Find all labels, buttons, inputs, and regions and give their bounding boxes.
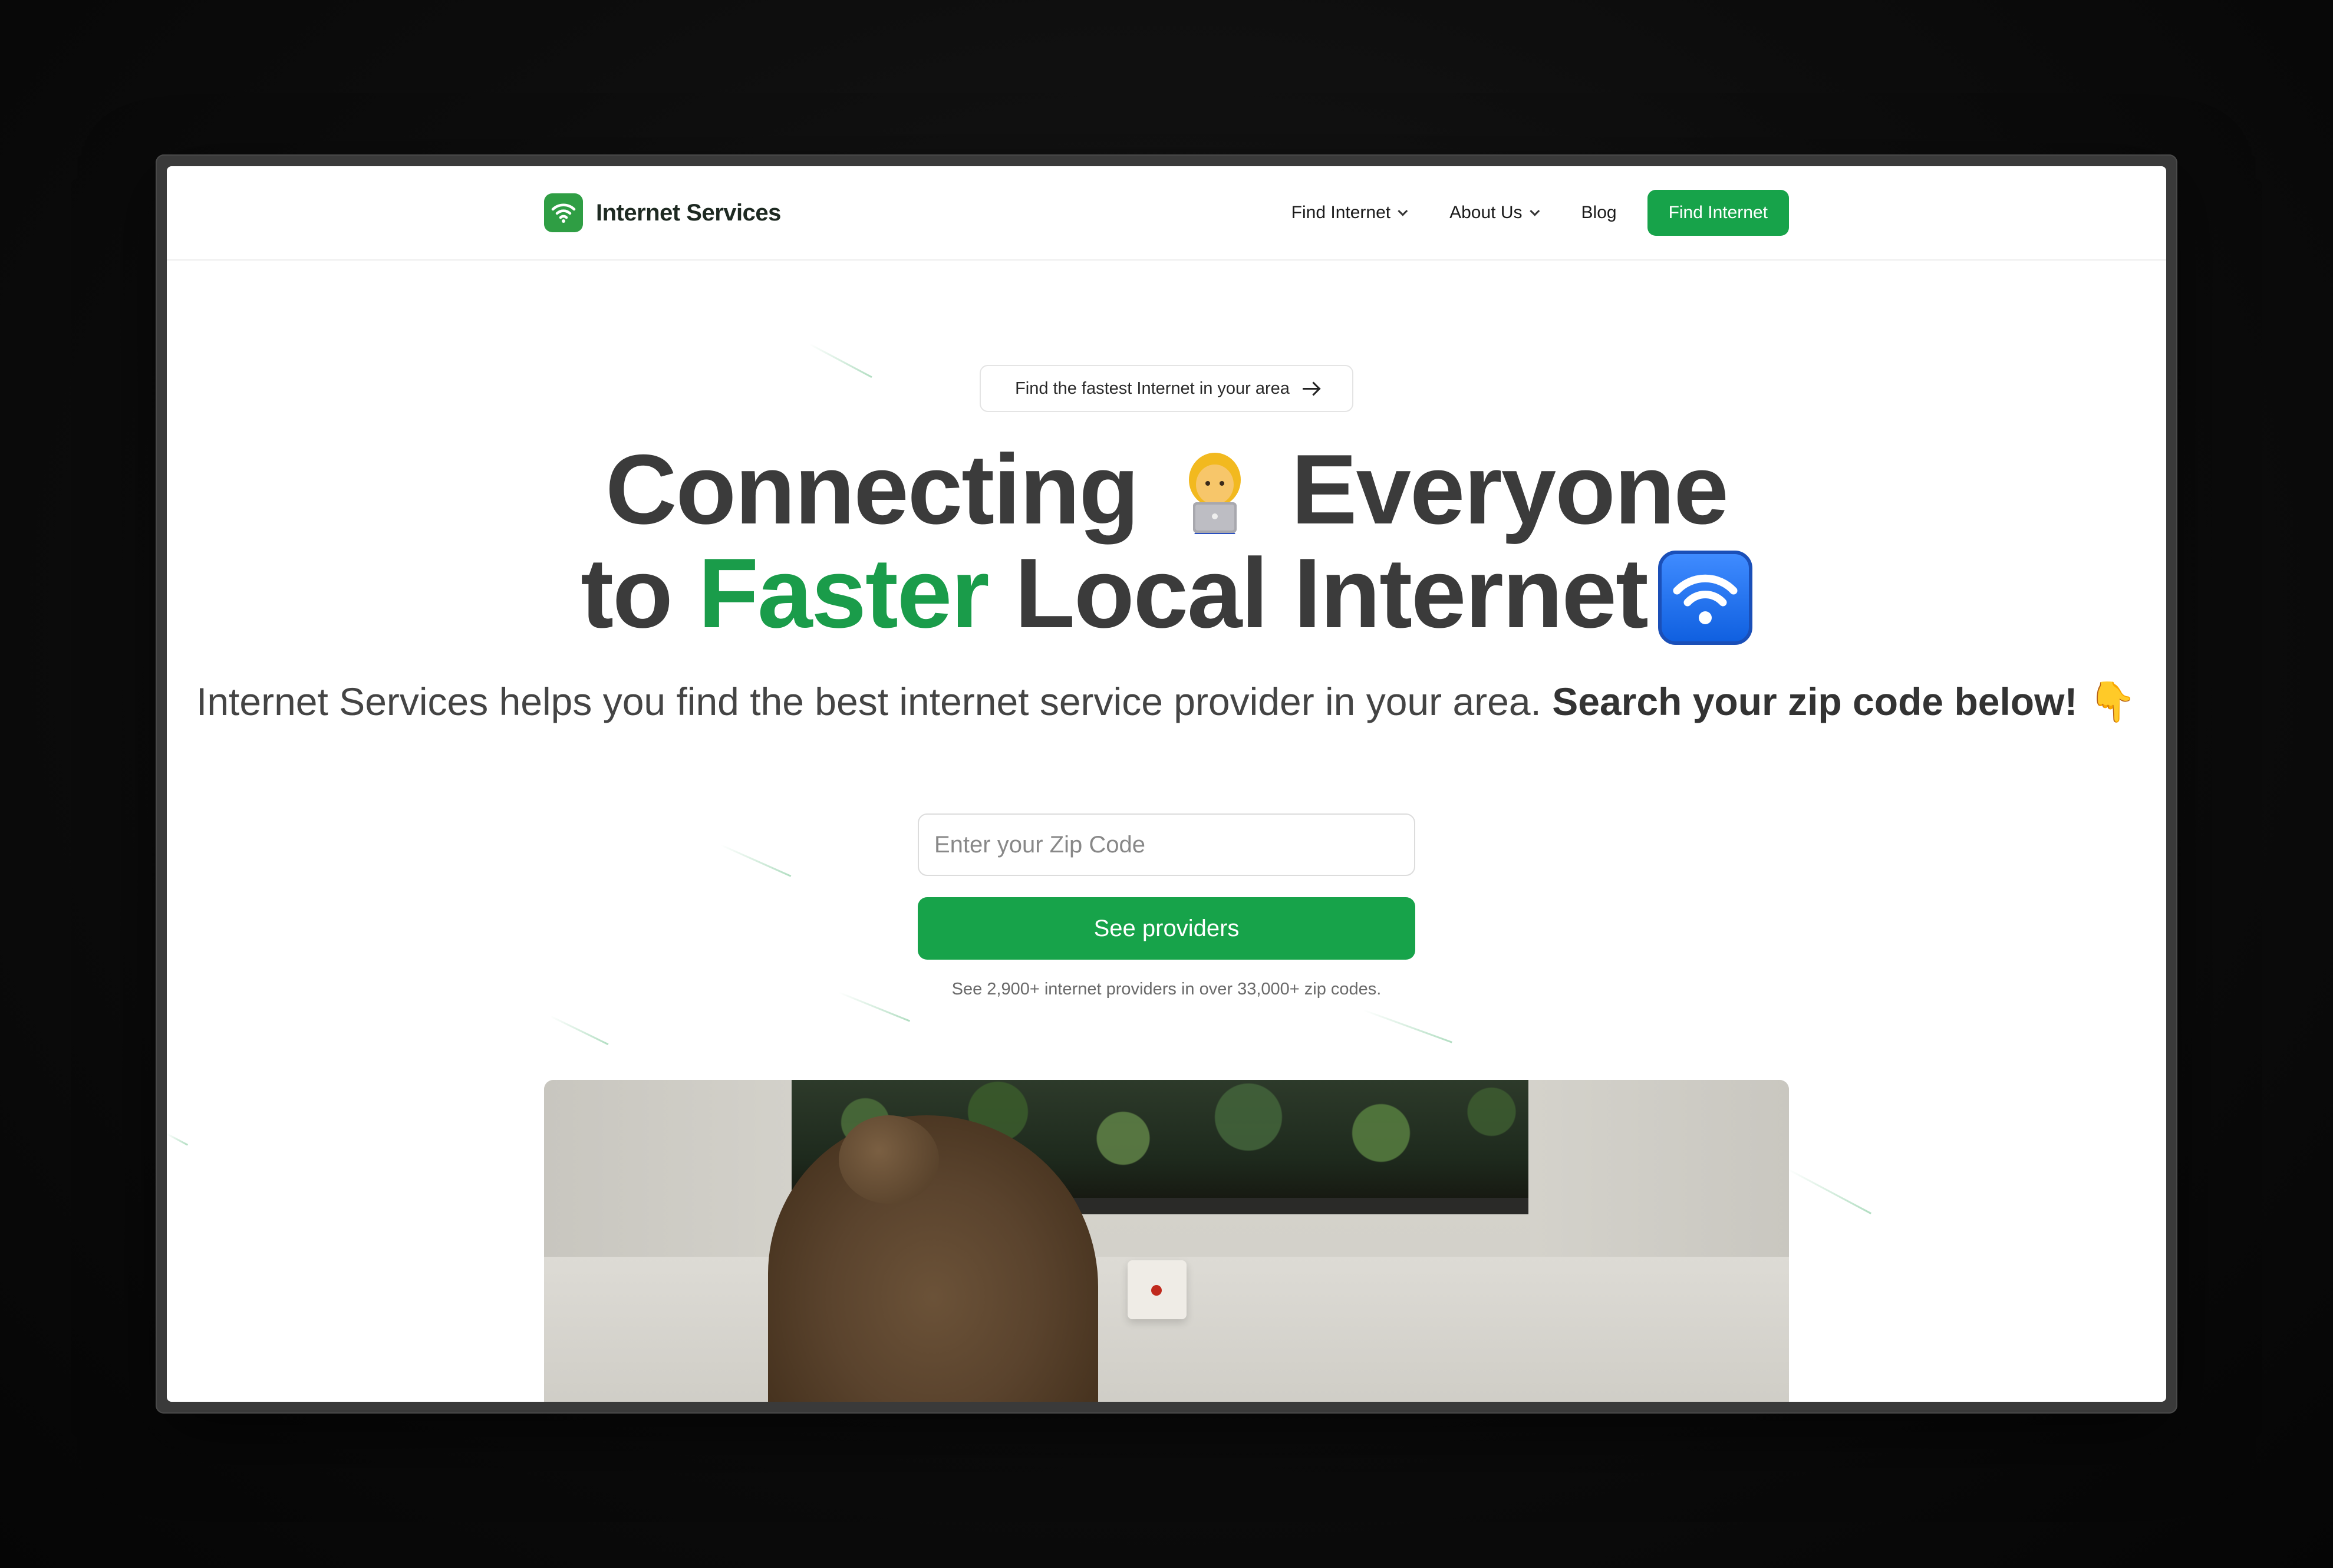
brand-name: Internet Services xyxy=(596,199,781,226)
headline-word: Connecting xyxy=(605,434,1139,545)
wifi-icon xyxy=(544,193,583,232)
nav-item-label: Blog xyxy=(1581,203,1617,222)
decor-streak xyxy=(1787,1168,1871,1214)
subtitle-bold: Search your zip code below! xyxy=(1552,680,2078,723)
see-providers-button[interactable]: See providers xyxy=(918,897,1415,960)
decor-streak xyxy=(720,844,792,877)
person-with-laptop-emoji xyxy=(1171,446,1259,534)
pointing-down-emoji: 👇 xyxy=(2088,680,2137,723)
top-navbar: Internet Services Find Internet About Us… xyxy=(167,166,2166,261)
pill-label: Find the fastest Internet in your area xyxy=(1015,378,1290,398)
nav-item-label: Find Internet xyxy=(1291,203,1391,222)
subtitle-text: Internet Services helps you find the bes… xyxy=(196,680,1541,723)
headline-highlight: Faster xyxy=(698,538,989,648)
providers-note: See 2,900+ internet providers in over 33… xyxy=(951,980,1382,999)
hero-image xyxy=(544,1080,1789,1402)
headline-word: Local Internet xyxy=(1014,538,1649,648)
brand-logo[interactable]: Internet Services xyxy=(544,193,781,232)
wifi-emoji xyxy=(1658,551,1752,645)
nav-item-about-us[interactable]: About Us xyxy=(1449,203,1540,223)
nav-item-label: About Us xyxy=(1449,203,1523,222)
hero-subtitle: Internet Services helps you find the bes… xyxy=(167,678,2166,725)
decor-streak xyxy=(1363,1009,1452,1043)
nav-links: Find Internet About Us Blog Find Interne… xyxy=(1291,190,1789,236)
chevron-down-icon xyxy=(1529,206,1540,216)
browser-viewport: Internet Services Find Internet About Us… xyxy=(167,166,2166,1402)
find-internet-button[interactable]: Find Internet xyxy=(1647,190,1789,236)
nav-item-find-internet[interactable]: Find Internet xyxy=(1291,203,1408,223)
arrow-right-icon xyxy=(1302,387,1318,390)
headline-word: Everyone xyxy=(1291,434,1728,545)
chevron-down-icon xyxy=(1398,206,1408,216)
headline-word: to xyxy=(581,538,673,648)
decor-streak xyxy=(809,343,872,378)
hero-headline: Connecting Everyone to Faster Local Inte… xyxy=(167,437,2166,645)
zip-code-input[interactable] xyxy=(918,813,1415,876)
nav-item-blog[interactable]: Blog xyxy=(1581,203,1617,223)
decor-streak xyxy=(549,1015,609,1046)
decor-streak xyxy=(167,1133,189,1146)
hero-pill-link[interactable]: Find the fastest Internet in your area xyxy=(980,365,1353,412)
